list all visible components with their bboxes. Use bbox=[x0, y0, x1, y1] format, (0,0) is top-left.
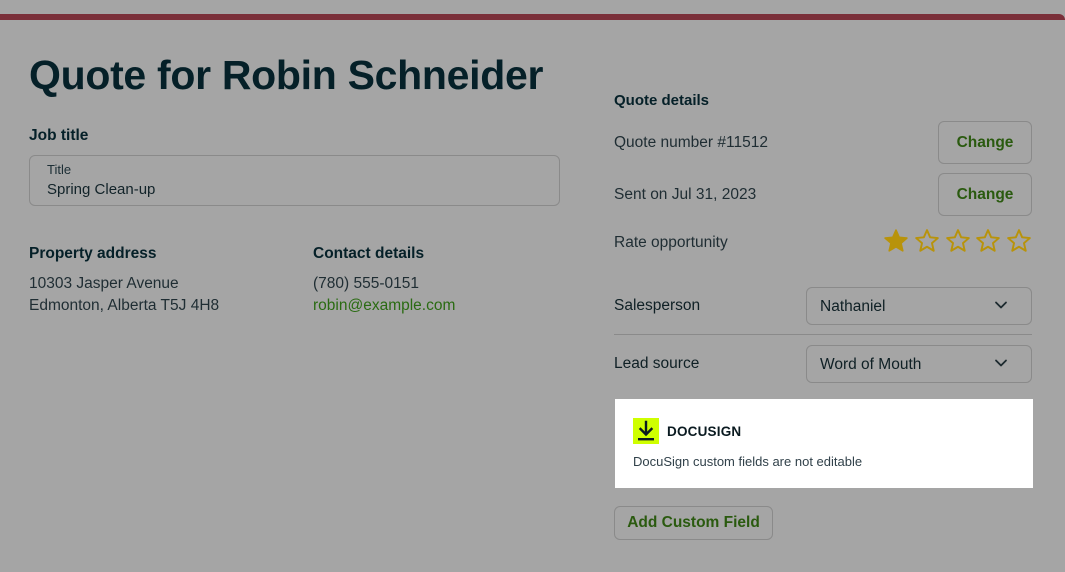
change-sent-date-button[interactable]: Change bbox=[938, 173, 1032, 216]
chevron-down-icon bbox=[995, 301, 1007, 309]
rate-opportunity-label: Rate opportunity bbox=[614, 234, 728, 251]
top-accent-bar bbox=[0, 14, 1065, 20]
salesperson-label: Salesperson bbox=[614, 297, 701, 314]
divider bbox=[614, 334, 1032, 335]
docusign-panel: DOCUSIGN DocuSign custom fields are not … bbox=[615, 399, 1033, 488]
download-icon bbox=[633, 418, 659, 444]
job-title-field[interactable]: Title Spring Clean-up bbox=[29, 155, 560, 206]
star-3-icon[interactable] bbox=[945, 228, 971, 254]
docusign-note: DocuSign custom fields are not editable bbox=[633, 454, 863, 469]
add-custom-field-button[interactable]: Add Custom Field bbox=[614, 506, 773, 540]
docusign-title: DOCUSIGN bbox=[667, 424, 742, 439]
job-title-heading: Job title bbox=[29, 127, 89, 144]
job-title-input[interactable]: Spring Clean-up bbox=[47, 181, 155, 198]
address-line-1: 10303 Jasper Avenue bbox=[29, 275, 179, 292]
contact-details-heading: Contact details bbox=[313, 245, 425, 262]
property-address-heading: Property address bbox=[29, 245, 157, 262]
salesperson-select[interactable]: Nathaniel bbox=[806, 287, 1032, 325]
quote-number: Quote number #11512 bbox=[614, 134, 768, 151]
star-4-icon[interactable] bbox=[975, 228, 1001, 254]
address-line-2: Edmonton, Alberta T5J 4H8 bbox=[29, 297, 220, 314]
contact-email-link[interactable]: robin@example.com bbox=[313, 297, 455, 315]
contact-phone: (780) 555-0151 bbox=[313, 275, 419, 292]
rating-stars bbox=[883, 228, 1033, 256]
job-title-field-label: Title bbox=[47, 162, 72, 177]
star-5-icon[interactable] bbox=[1006, 228, 1032, 254]
page-title: Quote for Robin Schneider bbox=[29, 52, 544, 98]
chevron-down-icon bbox=[995, 359, 1007, 367]
salesperson-value: Nathaniel bbox=[820, 298, 886, 315]
sent-date: Sent on Jul 31, 2023 bbox=[614, 186, 757, 203]
lead-source-select[interactable]: Word of Mouth bbox=[806, 345, 1032, 383]
star-2-icon[interactable] bbox=[914, 228, 940, 254]
change-quote-number-button[interactable]: Change bbox=[938, 121, 1032, 164]
lead-source-label: Lead source bbox=[614, 355, 700, 372]
star-1-icon[interactable] bbox=[883, 228, 909, 254]
lead-source-value: Word of Mouth bbox=[820, 356, 922, 373]
quote-details-heading: Quote details bbox=[614, 92, 710, 109]
